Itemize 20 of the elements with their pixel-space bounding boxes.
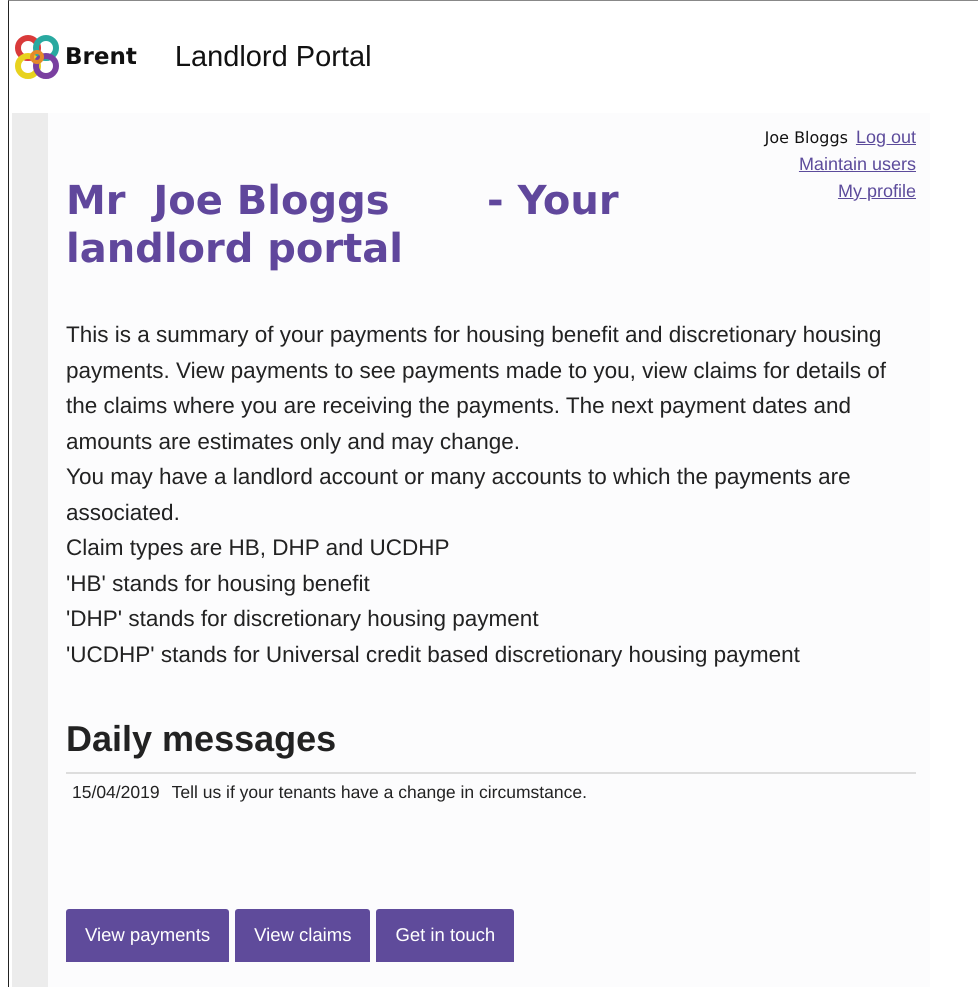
message-date: 15/04/2019 bbox=[72, 782, 160, 803]
brand-name: Brent bbox=[65, 44, 137, 70]
user-name: Joe Bloggs bbox=[764, 128, 848, 147]
menu-link[interactable]: Maintain users bbox=[798, 154, 916, 175]
portal-title: Landlord Portal bbox=[174, 40, 372, 74]
intro-paragraph: This is a summary of your payments for housing benefit and discretionary housing payments. View payments to see payments made to you, view claims for details of the claims where you are receiving the payments. The next payment dates and amounts are estimates only and may change. bbox=[66, 321, 887, 456]
message-text: Tell us if your tenants have a change in circumstance. bbox=[172, 782, 587, 803]
intro-paragraph: 'HB' stands for housing benefit bbox=[66, 570, 371, 598]
brent-logo-icon bbox=[13, 33, 61, 81]
nav-button[interactable]: View payments bbox=[66, 909, 230, 962]
intro-paragraph: 'UCDHP' stands for Universal credit based discretionary housing payment bbox=[66, 640, 801, 669]
menu-link[interactable]: My profile bbox=[838, 181, 916, 202]
intro-paragraph: You may have a landlord account or many accounts to which the payments are associated. bbox=[66, 463, 852, 526]
menu-link[interactable]: Log out bbox=[856, 127, 916, 148]
nav-button[interactable]: View claims bbox=[235, 909, 370, 962]
intro-paragraph: Claim types are HB, DHP and UCDHP bbox=[66, 534, 450, 562]
nav-button[interactable]: Get in touch bbox=[376, 909, 514, 962]
section-heading: Daily messages bbox=[66, 718, 916, 774]
page-title: Mr Joe Bloggs - Your landlord portal bbox=[66, 177, 620, 273]
intro-paragraph: 'DHP' stands for discretionary housing payment bbox=[66, 605, 540, 633]
